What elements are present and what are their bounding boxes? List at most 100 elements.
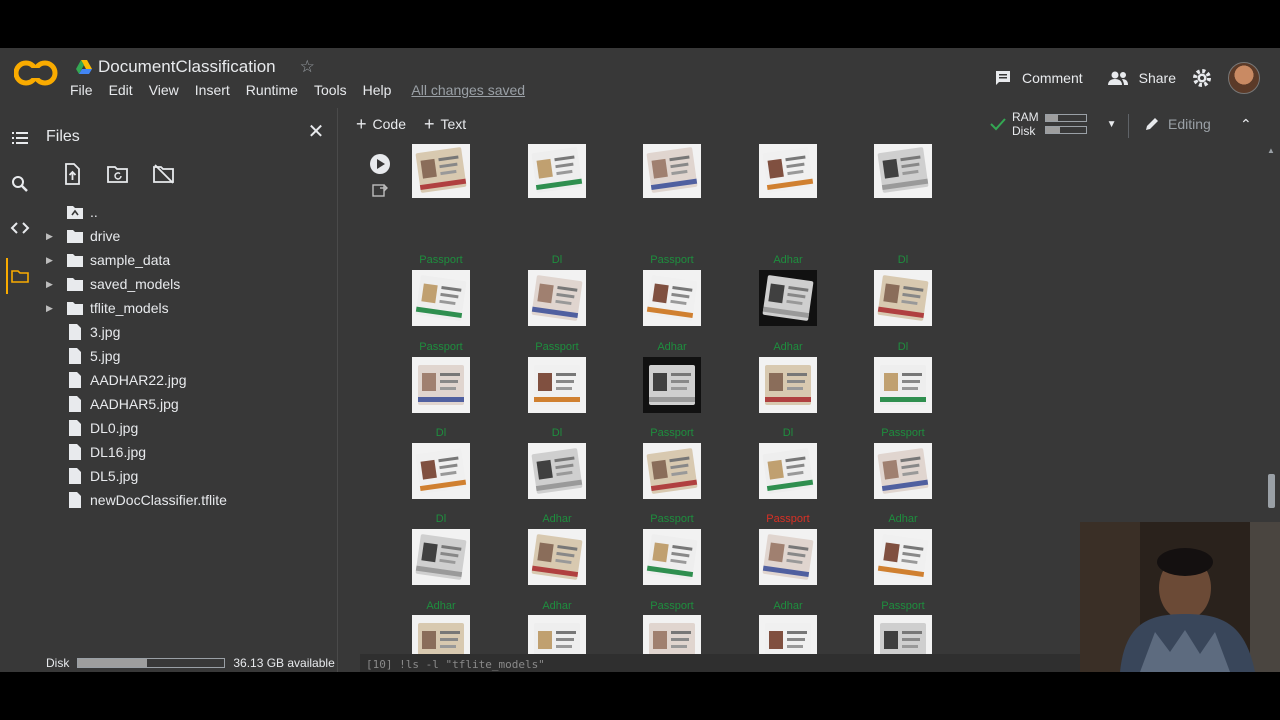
dropdown-arrow-icon[interactable]: ▼ [1107,119,1117,130]
next-code-cell[interactable]: [10] !ls -l "tflite_models" [360,654,1080,672]
ram-fill [1045,115,1058,121]
active-tab-indicator [6,258,8,294]
menu-insert[interactable]: Insert [187,82,238,98]
expand-arrow-icon[interactable]: ▶ [46,279,56,290]
prediction-label: Passport [650,254,694,266]
code-snippets-icon[interactable] [10,218,30,238]
add-text-button[interactable]: + Text [424,114,467,134]
menu-tools[interactable]: Tools [306,82,355,98]
document-thumbnail [643,270,701,326]
add-text-label: Text [440,116,467,132]
document-thumbnail [874,270,932,326]
prediction-label: Adhar [542,513,572,525]
connected-check-icon [990,118,1006,131]
menu-file[interactable]: File [62,82,101,98]
expand-arrow-icon[interactable]: ▶ [46,231,56,242]
output-actions-icon[interactable] [372,182,390,198]
plus-icon: + [424,114,435,134]
settings-gear-icon[interactable] [1192,68,1212,88]
drive-icon[interactable] [76,60,92,74]
user-avatar[interactable] [1228,62,1260,94]
prediction-label: Passport [881,600,925,612]
prediction-label: Adhar [657,341,687,353]
share-label: Share [1138,70,1176,86]
file-name: DL16.jpg [90,444,147,460]
search-icon[interactable] [10,174,30,194]
files-panel: Files ✕ .. ▶ drive ▶ sample_data ▶ saved… [38,108,338,672]
comment-button[interactable]: Comment [994,69,1083,87]
document-thumbnail [528,443,586,499]
add-code-button[interactable]: + Code [356,115,406,133]
share-button[interactable]: Share [1107,70,1176,86]
file-name: drive [90,228,121,244]
file-row-dl5[interactable]: DL5.jpg [38,464,338,488]
file-name: 5.jpg [90,348,121,364]
header: DocumentClassification ☆ File Edit View … [0,48,1280,108]
disk-bar [1044,126,1087,134]
video-letterbox-top [0,0,1280,48]
document-thumbnail [412,529,470,585]
expand-arrow-icon[interactable]: ▶ [46,303,56,314]
star-icon[interactable]: ☆ [300,57,315,77]
close-icon[interactable]: ✕ [306,122,326,142]
document-thumbnail [528,270,586,326]
editing-label: Editing [1168,116,1211,132]
prediction-label: Adhar [542,600,572,612]
file-row-drive[interactable]: ▶ drive [38,224,338,248]
file-row-5-jpg[interactable]: 5.jpg [38,344,338,368]
file-name: AADHAR22.jpg [90,372,187,388]
folder-icon[interactable] [10,266,30,286]
prediction-label: Dl [551,427,563,439]
file-row-tflite-model[interactable]: newDocClassifier.tflite [38,488,338,512]
editing-mode-button[interactable]: Editing [1144,116,1211,132]
file-row-dl0[interactable]: DL0.jpg [38,416,338,440]
run-cell-icon[interactable] [370,154,390,174]
prediction-label: Passport [535,341,579,353]
document-thumbnail [528,529,586,585]
file-row-aadhar22[interactable]: AADHAR22.jpg [38,368,338,392]
upload-file-icon[interactable] [60,162,84,186]
disk-label: Disk [46,656,70,670]
menu-runtime[interactable]: Runtime [238,82,306,98]
prediction-label: Passport [419,341,463,353]
document-thumbnail [759,357,817,413]
comment-label: Comment [1021,70,1083,86]
menu-view[interactable]: View [141,82,187,98]
file-name: newDocClassifier.tflite [90,492,227,508]
menu-help[interactable]: Help [355,82,400,98]
document-thumbnail [874,529,932,585]
mount-drive-off-icon[interactable] [152,162,176,186]
document-thumbnail [643,529,701,585]
file-tree: .. ▶ drive ▶ sample_data ▶ saved_models … [38,200,338,512]
presenter-video [1080,522,1280,672]
colab-logo-icon[interactable] [14,58,58,88]
table-of-contents-icon[interactable] [10,128,30,148]
file-row-dl16[interactable]: DL16.jpg [38,440,338,464]
file-name: DL5.jpg [90,468,139,484]
document-thumbnail [874,144,932,198]
people-icon [1107,71,1128,85]
file-row-parent[interactable]: .. [38,200,338,224]
file-row-tflite-models[interactable]: ▶ tflite_models [38,296,338,320]
save-status[interactable]: All changes saved [403,82,533,98]
refresh-folder-icon[interactable] [106,162,130,186]
disk-label: Disk [1012,124,1036,138]
scroll-thumb[interactable] [1268,474,1275,508]
notebook-title[interactable]: DocumentClassification [98,57,276,77]
file-row-sample-data[interactable]: ▶ sample_data [38,248,338,272]
file-row-aadhar5[interactable]: AADHAR5.jpg [38,392,338,416]
prediction-label: Passport [419,254,463,266]
resource-monitor[interactable]: RAM Disk ▼ [990,110,1117,138]
document-thumbnail [643,144,701,198]
menu-edit[interactable]: Edit [101,82,141,98]
scroll-up-icon[interactable]: ▲ [1267,146,1275,155]
document-thumbnail [412,144,470,198]
file-row-3-jpg[interactable]: 3.jpg [38,320,338,344]
collapse-header-icon[interactable]: ⌃ [1240,116,1252,133]
file-row-saved-models[interactable]: ▶ saved_models [38,272,338,296]
prediction-label: Passport [650,513,694,525]
disk-usage-fill [78,659,147,667]
menu-bar: File Edit View Insert Runtime Tools Help… [62,82,533,98]
file-icon [69,444,81,460]
expand-arrow-icon[interactable]: ▶ [46,255,56,266]
